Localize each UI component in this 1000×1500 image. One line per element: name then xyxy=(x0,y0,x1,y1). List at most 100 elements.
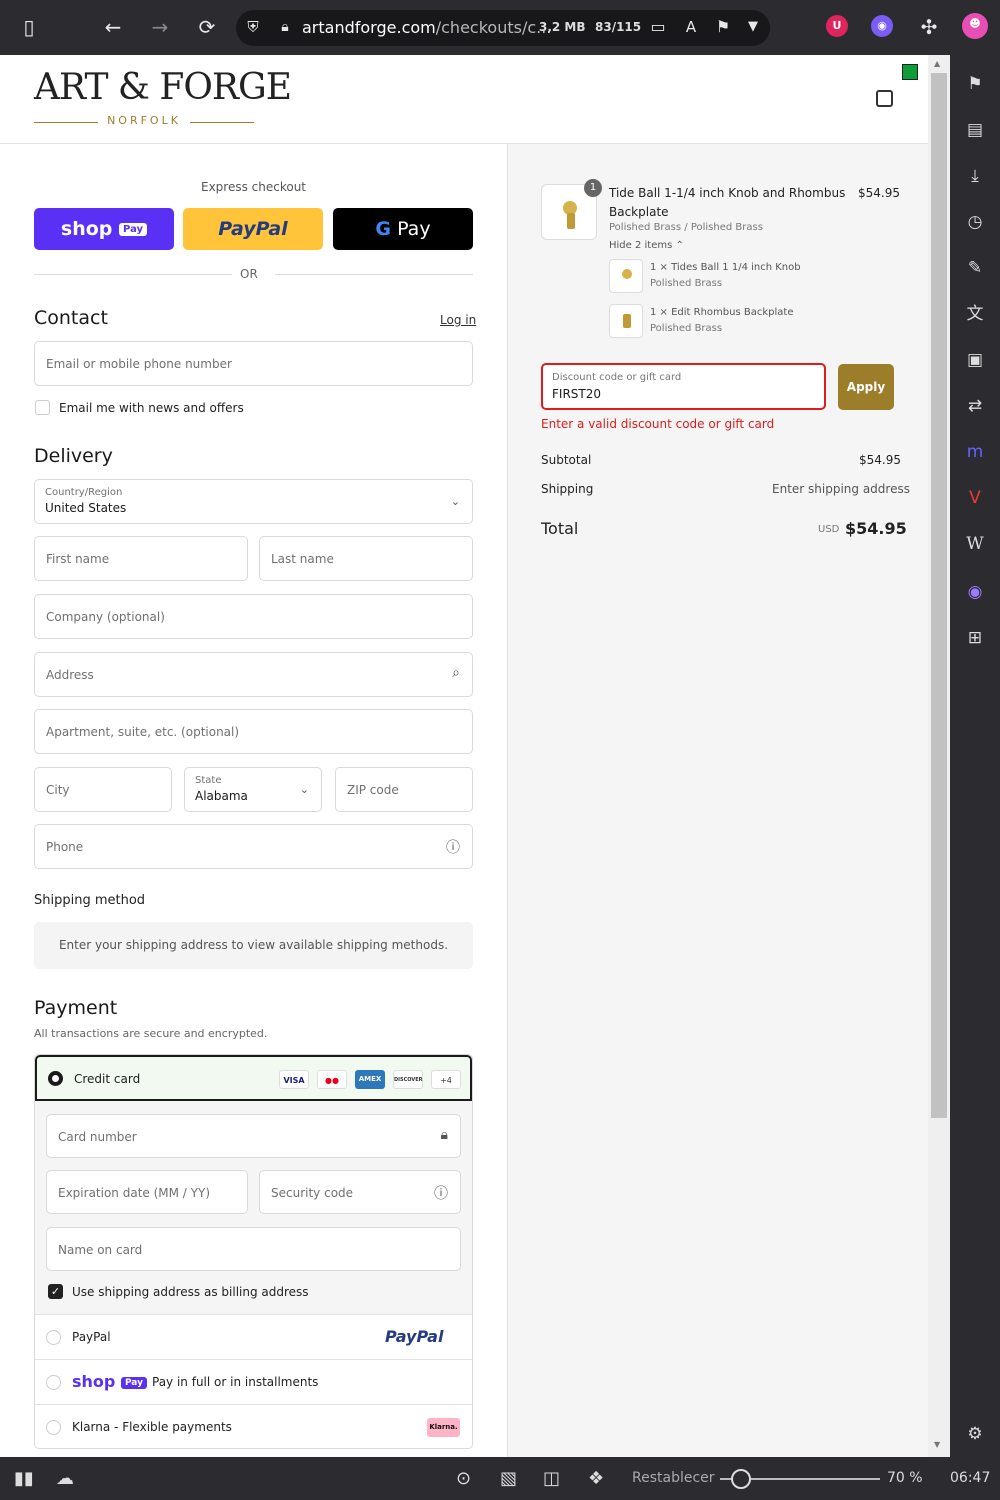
credit-card-radio[interactable] xyxy=(48,1071,63,1086)
google-g-icon: G xyxy=(375,218,392,240)
shield-icon[interactable]: ⛨ xyxy=(238,12,268,42)
clipboard-icon[interactable]: ▭ xyxy=(643,12,673,42)
tiling-icon[interactable]: ◫ xyxy=(543,1468,560,1489)
shopping-bag-icon[interactable] xyxy=(876,90,893,107)
back-icon[interactable]: ← xyxy=(98,12,128,42)
shop-pay-radio[interactable] xyxy=(46,1375,61,1390)
chevron-down-icon: ⌄ xyxy=(450,495,460,508)
history-icon[interactable]: ◷ xyxy=(964,211,986,233)
paypal-radio[interactable] xyxy=(46,1330,61,1345)
lock-icon: 🔒︎ xyxy=(440,1127,448,1143)
scroll-thumb[interactable] xyxy=(931,73,947,1118)
card-number-field[interactable]: Card number 🔒︎ xyxy=(46,1114,461,1158)
window-icon[interactable]: ▣ xyxy=(964,349,986,371)
cloud-icon[interactable]: ☁ xyxy=(56,1468,74,1489)
klarna-label: Klarna - Flexible payments xyxy=(72,1420,232,1434)
forward-icon[interactable]: → xyxy=(145,12,175,42)
shop-pay-badge: Pay xyxy=(120,1376,147,1389)
credit-card-option[interactable]: Credit card VISA ●● AMEX DISCOVER +4 xyxy=(35,1055,472,1101)
newsletter-checkbox[interactable] xyxy=(35,400,50,415)
help-icon[interactable]: ⓘ xyxy=(446,837,460,857)
company-field[interactable]: Company (optional) xyxy=(34,594,473,639)
order-summary xyxy=(507,144,928,1457)
reload-icon[interactable]: ⟳ xyxy=(192,12,222,42)
image-icon[interactable]: ▧ xyxy=(500,1468,517,1489)
help-icon[interactable]: ⓘ xyxy=(434,1183,448,1203)
vivaldi-icon[interactable]: V xyxy=(964,487,986,509)
phone-field[interactable]: Phone ⓘ xyxy=(34,824,473,869)
country-select[interactable]: Country/Region United States ⌄ xyxy=(34,479,473,524)
hide-items-toggle[interactable]: Hide 2 items ⌃ xyxy=(609,240,684,251)
panel-icon[interactable]: ▮▮ xyxy=(14,1468,34,1489)
security-code-field[interactable]: Security code ⓘ xyxy=(259,1170,461,1214)
capture-icon[interactable]: ⊙ xyxy=(456,1468,471,1489)
lock-icon: 🔒︎ xyxy=(281,19,289,35)
login-link[interactable]: Log in xyxy=(440,313,476,327)
name-on-card-field[interactable]: Name on card xyxy=(46,1227,461,1271)
total-label: Total xyxy=(541,519,579,538)
paypal-button[interactable]: PayPal xyxy=(183,208,323,250)
divider-right xyxy=(275,274,473,275)
sub-item-thumbnail xyxy=(609,259,643,293)
payment-methods: Credit card VISA ●● AMEX DISCOVER +4 Car… xyxy=(34,1054,473,1449)
subtotal-value: $54.95 xyxy=(859,453,901,467)
shop-pay-button[interactable]: shop Pay xyxy=(34,208,174,250)
country-label: Country/Region xyxy=(45,487,123,498)
zip-field[interactable]: ZIP code xyxy=(335,767,473,812)
panel-toggle-icon[interactable]: ▯ xyxy=(14,12,44,42)
reading-list-icon[interactable]: ▤ xyxy=(964,119,986,141)
downloads-icon[interactable]: ⤓ xyxy=(964,165,986,187)
apply-button[interactable]: Apply xyxy=(838,364,894,410)
shop-pay-option[interactable]: shop Pay Pay in full or in installments xyxy=(35,1359,472,1404)
url-text[interactable]: artandforge.com/checkouts/c... xyxy=(302,18,551,37)
city-field[interactable]: City xyxy=(34,767,172,812)
avatar[interactable]: ☻ xyxy=(962,13,988,39)
klarna-option[interactable]: Klarna - Flexible payments Klarna. xyxy=(35,1404,472,1448)
address-field[interactable]: Address ⌕ xyxy=(34,652,473,697)
zoom-reset-button[interactable]: Restablecer xyxy=(632,1470,715,1486)
page-scrollbar[interactable]: ▲ ▼ xyxy=(928,55,950,1457)
extension-icon[interactable]: ◉ xyxy=(871,15,893,37)
email-placeholder: Email or mobile phone number xyxy=(46,357,232,371)
expiration-field[interactable]: Expiration date (MM / YY) xyxy=(46,1170,248,1214)
scroll-up-icon[interactable]: ▲ xyxy=(934,59,940,68)
first-name-field[interactable]: First name xyxy=(34,536,248,581)
notes-icon[interactable]: ✎ xyxy=(964,257,986,279)
dropdown-icon[interactable]: ▼ xyxy=(738,12,768,42)
billing-same-checkbox[interactable]: ✓ xyxy=(48,1284,63,1299)
item-price: $54.95 xyxy=(858,186,900,200)
shipping-method-notice: Enter your shipping address to view avai… xyxy=(34,922,473,969)
scroll-down-icon[interactable]: ▼ xyxy=(934,1440,940,1449)
page-actions-icon[interactable]: ❖ xyxy=(588,1468,604,1489)
store-logo[interactable]: ART & FORGE xyxy=(34,67,292,108)
shop-pay-badge: Pay xyxy=(119,222,148,236)
discount-input[interactable]: Discount code or gift card FIRST20 xyxy=(541,363,826,410)
apartment-field[interactable]: Apartment, suite, etc. (optional) xyxy=(34,709,473,754)
bookmark-icon[interactable]: ⚑ xyxy=(708,12,738,42)
wikipedia-icon[interactable]: W xyxy=(964,533,986,555)
search-icon: ⌕ xyxy=(452,665,460,681)
sub-item-name: 1 × Edit Rhombus Backplate xyxy=(650,307,794,318)
paypal-option[interactable]: PayPal PayPal xyxy=(35,1314,472,1359)
klarna-radio[interactable] xyxy=(46,1420,61,1435)
bookmarks-icon[interactable]: ⚑ xyxy=(964,73,986,95)
klarna-logo: Klarna. xyxy=(427,1418,460,1437)
google-pay-button[interactable]: G Pay xyxy=(333,208,473,250)
add-panel-icon[interactable]: ⊞ xyxy=(964,627,986,649)
settings-icon[interactable]: ⚙ xyxy=(964,1423,986,1445)
puzzle-icon[interactable]: ✣ xyxy=(914,12,944,42)
mastodon-icon[interactable]: m xyxy=(964,441,986,463)
sub-item-variant: Polished Brass xyxy=(650,323,723,334)
ublock-icon[interactable]: U xyxy=(826,15,848,37)
email-field[interactable]: Email or mobile phone number xyxy=(34,341,473,386)
translate-icon[interactable]: 文 xyxy=(964,303,986,325)
chevron-up-icon: ⌃ xyxy=(675,240,684,251)
subtotal-label: Subtotal xyxy=(541,453,592,467)
delivery-title: Delivery xyxy=(34,445,113,467)
sync-icon[interactable]: ⇄ xyxy=(964,395,986,417)
translate-icon[interactable]: A xyxy=(676,12,706,42)
state-select[interactable]: State Alabama ⌄ xyxy=(184,767,322,812)
extension-icon[interactable]: ◉ xyxy=(964,581,986,603)
last-name-field[interactable]: Last name xyxy=(259,536,473,581)
zoom-slider-handle[interactable] xyxy=(731,1469,751,1489)
